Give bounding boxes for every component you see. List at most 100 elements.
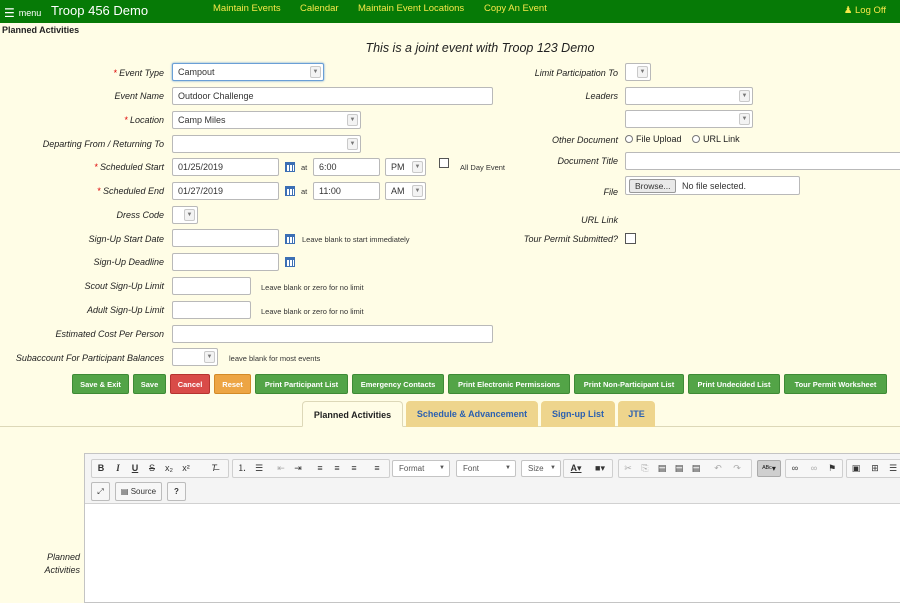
end-time-input[interactable]: 11:00: [313, 182, 380, 200]
start-time-input[interactable]: 6:00: [313, 158, 380, 176]
location-select[interactable]: Camp Miles ▼: [172, 111, 361, 129]
indent-icon[interactable]: ⇥: [291, 460, 305, 477]
signup-deadline-input[interactable]: [172, 253, 279, 271]
tab-signup-list[interactable]: Sign-up List: [541, 401, 615, 427]
numbered-list-icon[interactable]: ⒈: [235, 460, 249, 477]
departing-select[interactable]: ▼: [172, 135, 361, 153]
calendar-icon[interactable]: [285, 186, 295, 196]
document-title-input[interactable]: [625, 152, 900, 170]
start-ampm-select[interactable]: PM ▼: [385, 158, 426, 176]
save-button[interactable]: Save: [133, 374, 166, 394]
signup-start-label: Sign-Up Start Date: [88, 234, 164, 244]
justify-icon[interactable]: ≡: [370, 460, 384, 477]
adult-limit-input[interactable]: [172, 301, 251, 319]
url-link-radio[interactable]: URL Link: [692, 134, 740, 144]
event-name-input[interactable]: Outdoor Challenge: [172, 87, 493, 105]
calendar-icon[interactable]: [285, 257, 295, 267]
chevron-down-icon: ▼: [412, 161, 423, 173]
logoff-link[interactable]: ♟ Log Off: [844, 5, 886, 16]
format-dropdown[interactable]: Format ▼: [392, 460, 450, 477]
superscript-icon[interactable]: x²: [179, 460, 193, 477]
font-dropdown[interactable]: Font ▼: [456, 460, 516, 477]
print-undecided-list-button[interactable]: Print Undecided List: [688, 374, 780, 394]
subscript-icon[interactable]: x₂: [162, 460, 176, 477]
tab-schedule-advancement[interactable]: Schedule & Advancement: [406, 401, 538, 427]
reset-button[interactable]: Reset: [214, 374, 251, 394]
file-upload-radio[interactable]: File Upload: [625, 134, 682, 144]
dress-code-select[interactable]: ▼: [172, 206, 198, 224]
tour-permit-checkbox[interactable]: [625, 233, 636, 244]
menu-button[interactable]: ☰ menu: [4, 5, 41, 20]
remove-format-icon[interactable]: T̶: [207, 460, 221, 477]
url-link-label: URL Link: [581, 215, 618, 225]
undo-icon[interactable]: ↶: [711, 460, 725, 477]
help-button[interactable]: ?: [167, 482, 186, 501]
calendar-icon[interactable]: [285, 162, 295, 172]
calendar-icon[interactable]: [285, 234, 295, 244]
print-non-participant-list-button[interactable]: Print Non-Participant List: [574, 374, 684, 394]
cancel-button[interactable]: Cancel: [170, 374, 210, 394]
nav-maintain-events[interactable]: Maintain Events: [213, 3, 281, 14]
save-exit-button[interactable]: Save & Exit: [72, 374, 129, 394]
end-ampm-select[interactable]: AM ▼: [385, 182, 426, 200]
all-day-checkbox[interactable]: [439, 158, 449, 168]
subaccount-select[interactable]: ▼: [172, 348, 218, 366]
align-left-icon[interactable]: ≡: [313, 460, 327, 477]
tour-permit-worksheet-button[interactable]: Tour Permit Worksheet: [784, 374, 887, 394]
scout-limit-input[interactable]: [172, 277, 251, 295]
outdent-icon[interactable]: ⇤: [274, 460, 288, 477]
align-right-icon[interactable]: ≡: [347, 460, 361, 477]
cost-input[interactable]: [172, 325, 493, 343]
source-icon: ▤: [120, 487, 131, 496]
align-center-icon[interactable]: ≡: [330, 460, 344, 477]
signup-start-input[interactable]: [172, 229, 279, 247]
nav-maintain-event-locations[interactable]: Maintain Event Locations: [358, 3, 464, 14]
page-title: Planned Activities: [2, 25, 80, 35]
italic-icon[interactable]: I: [111, 460, 125, 477]
leaders-select-1[interactable]: ▼: [625, 87, 753, 105]
radio-circle-icon: [625, 135, 633, 143]
emergency-contacts-button[interactable]: Emergency Contacts: [352, 374, 444, 394]
underline-icon[interactable]: U: [128, 460, 142, 477]
image-icon[interactable]: ▣: [849, 460, 863, 477]
anchor-flag-icon[interactable]: ⚑: [825, 460, 839, 477]
spellcheck-icon[interactable]: ᴬᴮᶜ▾: [757, 460, 781, 477]
brand-title[interactable]: Troop 456 Demo: [51, 3, 148, 18]
bold-icon[interactable]: B: [94, 460, 108, 477]
chevron-down-icon: ▼: [550, 465, 556, 471]
paste-text-icon[interactable]: ▤: [672, 460, 686, 477]
tab-planned-activities[interactable]: Planned Activities: [302, 401, 403, 427]
strikethrough-icon[interactable]: S: [145, 460, 159, 477]
text-color-icon[interactable]: A▾: [566, 460, 586, 477]
print-electronic-permissions-button[interactable]: Print Electronic Permissions: [448, 374, 570, 394]
end-date-input[interactable]: 01/27/2019: [172, 182, 279, 200]
table-icon[interactable]: ⊞: [868, 460, 882, 477]
departing-label: Departing From / Returning To: [42, 139, 164, 149]
nav-copy-event[interactable]: Copy An Event: [484, 3, 547, 14]
unlink-icon[interactable]: ∞: [807, 460, 821, 477]
bulleted-list-icon[interactable]: ☰: [252, 460, 266, 477]
joint-event-note: This is a joint event with Troop 123 Dem…: [365, 41, 595, 55]
file-chooser[interactable]: Browse... No file selected.: [625, 176, 800, 195]
tab-jte[interactable]: JTE: [618, 401, 655, 427]
nav-calendar[interactable]: Calendar: [300, 3, 339, 14]
rich-text-editor[interactable]: B I U S x₂ x² T̶ ⒈ ☰ ⇤ ⇥ ≡ ≡ ≡ ≡ Format ▼…: [84, 453, 900, 603]
horizontal-line-icon[interactable]: ☰: [886, 460, 900, 477]
cut-icon[interactable]: ✂: [621, 460, 635, 477]
maximize-icon[interactable]: ⤢: [91, 482, 110, 501]
background-color-icon[interactable]: ■▾: [590, 460, 610, 477]
leaders-select-2[interactable]: ▼: [625, 110, 753, 128]
browse-button[interactable]: Browse...: [629, 179, 677, 193]
limit-participation-select[interactable]: ▼: [625, 63, 651, 81]
event-type-select[interactable]: Campout ▼: [172, 63, 324, 81]
link-icon[interactable]: ∞: [788, 460, 802, 477]
paste-word-icon[interactable]: ▤: [689, 460, 703, 477]
print-participant-list-button[interactable]: Print Participant List: [255, 374, 348, 394]
start-date-input[interactable]: 01/25/2019: [172, 158, 279, 176]
source-button[interactable]: ▤ Source: [115, 482, 162, 501]
paste-icon[interactable]: ▤: [655, 460, 669, 477]
redo-icon[interactable]: ↷: [730, 460, 744, 477]
subaccount-label: Subaccount For Participant Balances: [15, 353, 164, 363]
copy-icon[interactable]: ⎘: [638, 460, 652, 477]
size-dropdown[interactable]: Size ▼: [521, 460, 561, 477]
